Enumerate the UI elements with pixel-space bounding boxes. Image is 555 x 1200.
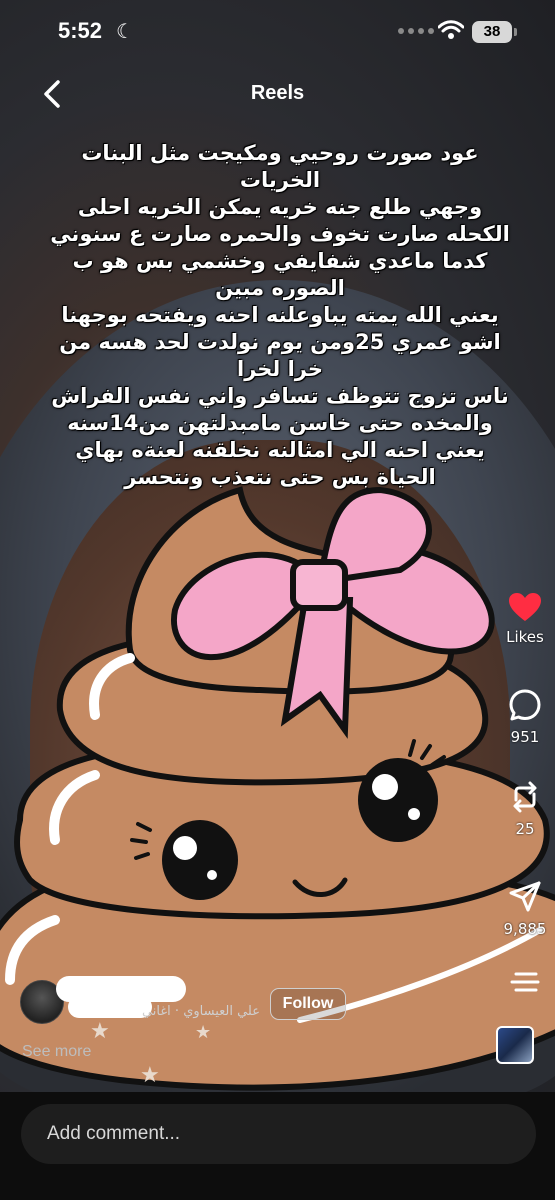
caption-line: ناس تزوج تتوظف تسافر واني نفس الفراش xyxy=(51,384,509,408)
reel-caption: عود صورت روحيي ومكيجت مثل البنات الخريات… xyxy=(30,140,530,491)
svg-text:★: ★ xyxy=(90,1019,110,1044)
heart-icon xyxy=(509,593,541,621)
repost-icon xyxy=(513,781,537,813)
audio-thumbnail[interactable] xyxy=(496,1026,534,1064)
battery-nub xyxy=(514,28,517,36)
audio-attribution[interactable]: علي العيساوي · اغاني xyxy=(100,1004,260,1019)
more-options-button[interactable] xyxy=(495,970,555,996)
caption-line: الصوره مبين xyxy=(215,276,345,300)
status-time: 5:52 xyxy=(58,18,103,43)
caption-line: يعني الله يمته يباوعلنه احنه ويفتحه بوجه… xyxy=(61,303,499,327)
battery-indicator: 38 xyxy=(472,21,512,43)
caption-line: يعني احنه الي امثالنه نخلقنه لعنةه بهاي xyxy=(75,438,485,462)
caption-line: عود صورت روحيي ومكيجت مثل البنات xyxy=(81,141,479,165)
svg-text:★: ★ xyxy=(140,1063,160,1088)
share-button[interactable]: 9,885 xyxy=(495,880,555,938)
signal-icon xyxy=(398,28,434,34)
wifi-icon xyxy=(438,20,464,39)
caption-line: والمخده حتى خاسن مامبدلتهن من14سنه xyxy=(67,411,493,435)
caption-line: الحياة بس حتى نتعذب ونتحسر xyxy=(124,465,436,489)
comment-button[interactable]: 951 xyxy=(495,688,555,746)
svg-text:★: ★ xyxy=(195,1022,211,1043)
caption-line: وجهي طلع جنه خريه يمكن الخريه احلى xyxy=(77,195,483,219)
comment-bubble-icon xyxy=(509,689,541,721)
repost-button[interactable]: 25 xyxy=(495,780,555,838)
comments-count: 951 xyxy=(510,728,540,746)
caption-line: اشو عمري 25ومن يوم نولدت لحد هسه من xyxy=(59,330,501,354)
comment-placeholder[interactable]: Add comment... xyxy=(47,1123,180,1145)
likes-label: Likes xyxy=(506,628,544,646)
reposts-count: 25 xyxy=(515,820,535,838)
caption-line: الكحله صارت تخوف والحمره صارت ع سنوني xyxy=(50,222,510,246)
shares-count: 9,885 xyxy=(503,920,547,938)
caption-line: كدما ماعدي شفايفي وخشمي بس هو ب xyxy=(72,249,488,273)
follow-button[interactable]: Follow xyxy=(270,988,346,1020)
menu-lines-icon xyxy=(510,972,540,992)
moon-icon: ☾ xyxy=(116,19,134,43)
send-icon xyxy=(509,881,541,912)
caption-line: خرا لخرا xyxy=(237,357,323,381)
page-title: Reels xyxy=(250,82,305,104)
like-button[interactable]: Likes xyxy=(495,592,555,646)
caption-line: الخريات xyxy=(239,168,321,192)
see-more-link[interactable]: See more xyxy=(22,1043,91,1061)
status-bar: 5:52 ☾ 38 xyxy=(0,0,555,66)
